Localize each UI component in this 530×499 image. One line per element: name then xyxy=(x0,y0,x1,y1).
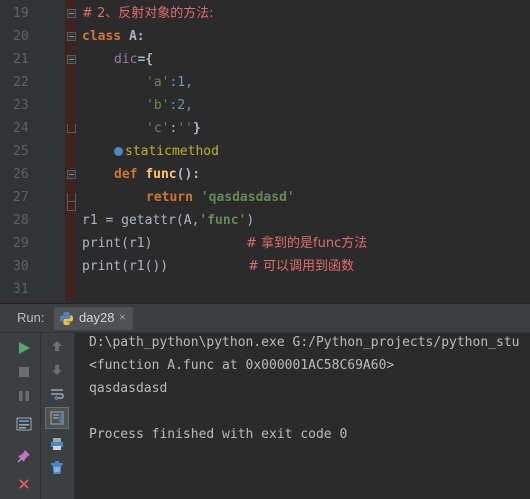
console-line-function-repr: <function A.func at 0x000001AC58C69A60> xyxy=(89,358,395,373)
code-line-29: print(r1) xyxy=(82,232,152,255)
decorator-at-icon xyxy=(114,147,123,156)
run-icon[interactable] xyxy=(12,337,36,359)
run-label: Run: xyxy=(17,310,45,325)
number: :1, xyxy=(169,75,193,90)
line-number: 19 xyxy=(13,6,29,21)
code-line-24: 'c':''} xyxy=(146,117,201,140)
comment: # 拿到的是func方法 xyxy=(246,236,368,251)
string: '' xyxy=(177,121,193,136)
fold-end-marker[interactable] xyxy=(67,124,76,133)
console-line-return-value: qasdasdasd xyxy=(89,381,168,396)
line-number: 28 xyxy=(13,213,29,228)
code-line-29-comment: # 拿到的是func方法 xyxy=(246,232,367,255)
line-number: 29 xyxy=(13,236,29,251)
run-tab-label: day28 xyxy=(79,310,115,325)
string: 'a' xyxy=(146,75,170,90)
code-line-26: def func(): xyxy=(114,163,200,186)
string: 'c' xyxy=(146,121,170,136)
run-toolbar-secondary xyxy=(41,333,75,499)
run-toolbar-primary xyxy=(0,333,41,499)
function-signature: (): xyxy=(176,167,201,182)
print-icon[interactable] xyxy=(45,433,69,455)
code: print(r1()) xyxy=(82,259,169,274)
line-number: 21 xyxy=(13,52,29,67)
code-editor[interactable]: 19 20 21 22 23 24 25 26 27 28 29 30 31 #… xyxy=(0,0,530,303)
line-number: 30 xyxy=(13,259,29,274)
string: 'func' xyxy=(199,213,247,228)
run-tab-day28[interactable]: day28 × xyxy=(54,307,133,330)
line-number: 26 xyxy=(13,167,29,182)
code-line-21: dic={ xyxy=(114,48,153,71)
fold-marker[interactable] xyxy=(67,9,76,18)
variable-name: dic xyxy=(114,52,138,67)
trash-icon[interactable] xyxy=(45,457,69,479)
operator: ={ xyxy=(137,52,154,67)
code-line-25: staticmethod xyxy=(114,140,219,163)
scroll-to-end-icon[interactable] xyxy=(45,407,69,429)
line-number: 31 xyxy=(13,282,29,297)
code-line-30: print(r1()) xyxy=(82,255,168,278)
line-number: 22 xyxy=(13,75,29,90)
tab-close-icon[interactable]: × xyxy=(119,310,126,324)
line-number: 23 xyxy=(13,98,29,113)
fold-marker[interactable] xyxy=(67,55,76,64)
fold-end-marker[interactable] xyxy=(67,202,76,211)
code: print(r1) xyxy=(82,236,153,251)
function-name: func xyxy=(145,167,177,182)
indent-guide xyxy=(65,0,75,300)
close-brace: } xyxy=(192,121,201,136)
number: :2, xyxy=(169,98,193,113)
stop-icon[interactable] xyxy=(12,361,36,383)
keyword-class: class xyxy=(82,29,122,44)
fold-marker[interactable] xyxy=(67,32,76,41)
pin-icon[interactable] xyxy=(12,445,36,467)
pause-icon[interactable] xyxy=(12,385,36,407)
line-number: 27 xyxy=(13,190,29,205)
console-output[interactable]: D:\path_python\python.exe G:/Python_proj… xyxy=(75,333,530,499)
comment: # 可以调用到函数 xyxy=(248,259,355,274)
code-line-20: class A: xyxy=(82,25,145,48)
down-arrow-icon[interactable] xyxy=(45,359,69,381)
code-line-22: 'a':1, xyxy=(146,71,193,94)
code-line-28: r1 = getattr(A,'func') xyxy=(82,209,254,232)
decorator: staticmethod xyxy=(125,144,219,159)
string: 'b' xyxy=(146,98,170,113)
line-number: 20 xyxy=(13,29,29,44)
run-tool-window-header: Run: day28 × xyxy=(0,304,530,333)
console-line-command: D:\path_python\python.exe G:/Python_proj… xyxy=(89,335,520,350)
fold-end-marker[interactable] xyxy=(67,193,76,202)
code-line-30-comment: # 可以调用到函数 xyxy=(248,255,354,278)
string: 'qasdasdasd' xyxy=(200,190,295,205)
fold-marker[interactable] xyxy=(67,170,76,179)
class-name: A: xyxy=(121,29,145,44)
line-number: 24 xyxy=(13,121,29,136)
console-line-exit-status: Process finished with exit code 0 xyxy=(89,427,348,442)
code: r1 = getattr(A, xyxy=(82,213,200,228)
python-icon xyxy=(59,311,74,326)
dump-threads-icon[interactable] xyxy=(12,413,36,435)
code-line-23: 'b':2, xyxy=(146,94,193,117)
code-line-19: # 2、反射对象的方法: xyxy=(82,2,214,25)
comment: # 2、反射对象的方法: xyxy=(82,6,214,21)
keyword-def: def xyxy=(114,167,138,182)
up-arrow-icon[interactable] xyxy=(45,335,69,357)
keyword-return: return xyxy=(146,190,193,205)
code-line-27: return 'qasdasdasd' xyxy=(146,186,295,209)
code: ) xyxy=(246,213,255,228)
soft-wrap-icon[interactable] xyxy=(45,383,69,405)
line-number: 25 xyxy=(13,144,29,159)
close-icon[interactable] xyxy=(12,473,36,495)
